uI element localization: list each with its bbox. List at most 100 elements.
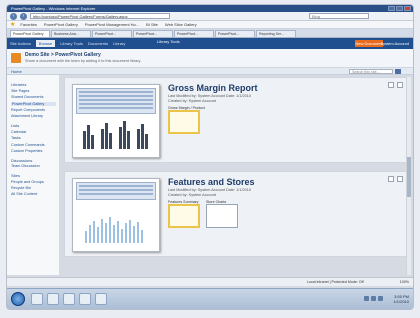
favorite-link[interactable]: PowerPivot Management Ho... [83,22,141,27]
quick-launch: Libraries Site Pages Shared Documents Po… [7,75,60,275]
explorer-icon[interactable] [47,293,59,305]
site-search-input[interactable]: Search this site... [349,69,393,74]
browser-status-bar: Local intranet | Protected Mode: Off 100… [7,277,413,286]
thumbnail-table [76,182,156,200]
nav-item[interactable]: Tasks [11,136,56,141]
thumbnail-chart [83,121,148,149]
new-document-button[interactable]: New Document [355,40,383,47]
window-title: PowerPivot Gallery - Windows Internet Ex… [11,6,96,11]
item-actions [388,82,403,88]
nav-item[interactable]: Team Discussion [11,164,56,169]
favorites-bar: ★ Favorites PowerPivot Gallery PowerPivo… [7,21,413,29]
nav-item[interactable]: Shared Documents [11,95,56,100]
page-title: Demo Site > PowerPivot Gallery [25,52,101,58]
report-title[interactable]: Features and Stores [168,177,255,187]
nav-item[interactable]: Report Components [11,108,56,113]
user-menu[interactable]: System Account [380,40,409,47]
favorite-link[interactable]: PowerPivot Gallery [42,22,80,27]
nav-heading-libraries[interactable]: Libraries [11,82,56,87]
gallery-content: Gross Margin Report Last Modified by: Sy… [64,77,410,275]
created-info: Created by: System Account [168,98,216,103]
clock-date: 1/1/2010 [393,299,409,304]
ie-icon[interactable] [31,293,43,305]
browser-tab[interactable]: Business Ana... [51,30,91,37]
browser-tab[interactable]: PowerPivot... [215,30,255,37]
report-thumbnail[interactable] [72,84,160,158]
address-bar: ‹ › http://contoso/PowerPivot Gallery/Fo… [7,12,413,21]
report-meta: Last Modified by: System Account Date: 1… [168,94,251,103]
search-icon[interactable] [395,69,401,74]
zone-status: Local intranet | Protected Mode: Off [307,280,364,284]
star-icon[interactable]: ★ [10,21,15,28]
modified-info: Last Modified by: System Account Date: 1… [168,188,251,192]
back-button[interactable]: ‹ [10,12,17,20]
tab-library[interactable]: Library [113,41,125,46]
ribbon-context-label: Library Tools [157,39,180,44]
tab-documents[interactable]: Documents [88,41,108,46]
maximize-button[interactable] [396,6,403,11]
window-title-bar: PowerPivot Gallery - Windows Internet Ex… [7,5,413,12]
manage-data-refresh-icon[interactable] [397,82,403,88]
modified-info: Last Modified by: System Account Date: 1… [168,94,251,98]
item-actions [388,176,403,182]
tab-library-tools[interactable]: Library Tools [60,41,83,46]
start-button[interactable] [11,292,25,306]
open-new-document-icon[interactable] [388,176,394,182]
media-icon[interactable] [63,293,75,305]
page-description: Share a document with the team by adding… [25,59,142,63]
nav-item[interactable]: Custom Commands [11,143,56,148]
nav-item[interactable]: People and Groups [11,180,56,185]
site-actions-menu[interactable]: Site Actions [10,41,31,46]
favorite-link[interactable]: Web Slice Gallery [163,22,199,27]
nav-item[interactable]: Site Pages [11,89,56,94]
nav-item[interactable]: Calendar [11,130,56,135]
report-meta: Last Modified by: System Account Date: 1… [168,188,251,197]
manage-data-refresh-icon[interactable] [397,176,403,182]
nav-heading-sites[interactable]: Sites [11,173,56,178]
excel-icon[interactable] [79,293,91,305]
minimize-button[interactable] [388,6,395,11]
network-icon[interactable] [364,296,369,301]
browser-tab[interactable]: PowerPivot... [92,30,132,37]
sheet-thumbnail[interactable] [206,204,238,228]
flag-icon[interactable] [378,296,383,301]
gallery-item: Features and Stores Last Modified by: Sy… [64,171,410,257]
zoom-level[interactable]: 100% [400,280,409,284]
site-logo-icon [11,53,21,63]
favorite-link[interactable]: BI Site [144,22,160,27]
nav-heading-discussions[interactable]: Discussions [11,158,56,163]
nav-heading-lists[interactable]: Lists [11,123,56,128]
browser-search-input[interactable]: Bing [309,13,369,19]
open-new-document-icon[interactable] [388,82,394,88]
windows-taskbar: 3:55 PM 1/1/2010 [7,288,413,309]
browser-tab[interactable]: PowerPivot Gallery [10,30,50,37]
sheet-thumbnail[interactable] [168,204,200,228]
top-link-bar: Home Search this site... [7,68,413,75]
home-link[interactable]: Home [11,69,22,74]
created-info: Created by: System Account [168,192,216,197]
all-site-content-link[interactable]: All Site Content [11,192,56,197]
page-scrollbar[interactable] [406,77,411,275]
clock[interactable]: 3:55 PM 1/1/2010 [393,294,409,304]
sheet-thumbnail[interactable] [168,110,200,134]
app-icon[interactable] [95,293,107,305]
close-button[interactable] [404,6,411,11]
browser-tab[interactable]: PowerPivot... [174,30,214,37]
browser-tab[interactable]: PowerPivot... [133,30,173,37]
tab-browse[interactable]: Browse [35,40,56,47]
thumbnail-chart [85,217,143,243]
report-thumbnail[interactable] [72,178,160,252]
recycle-bin-link[interactable]: Recycle Bin [11,186,56,191]
scrollbar-thumb[interactable] [407,157,411,197]
nav-item-active[interactable]: PowerPivot Gallery [11,101,56,107]
favorite-link[interactable]: Favorites [18,22,38,27]
window-controls [388,6,411,11]
nav-item[interactable]: Attachment Library [11,114,56,119]
report-title[interactable]: Gross Margin Report [168,83,258,93]
volume-icon[interactable] [371,296,376,301]
nav-item[interactable]: Custom Properties [11,149,56,154]
site-header: Demo Site > PowerPivot Gallery Share a d… [7,49,413,68]
url-input[interactable]: http://contoso/PowerPivot Gallery/Forms/… [30,13,170,19]
forward-button[interactable]: › [20,12,27,20]
browser-tab[interactable]: Reporting Ser... [256,30,296,37]
